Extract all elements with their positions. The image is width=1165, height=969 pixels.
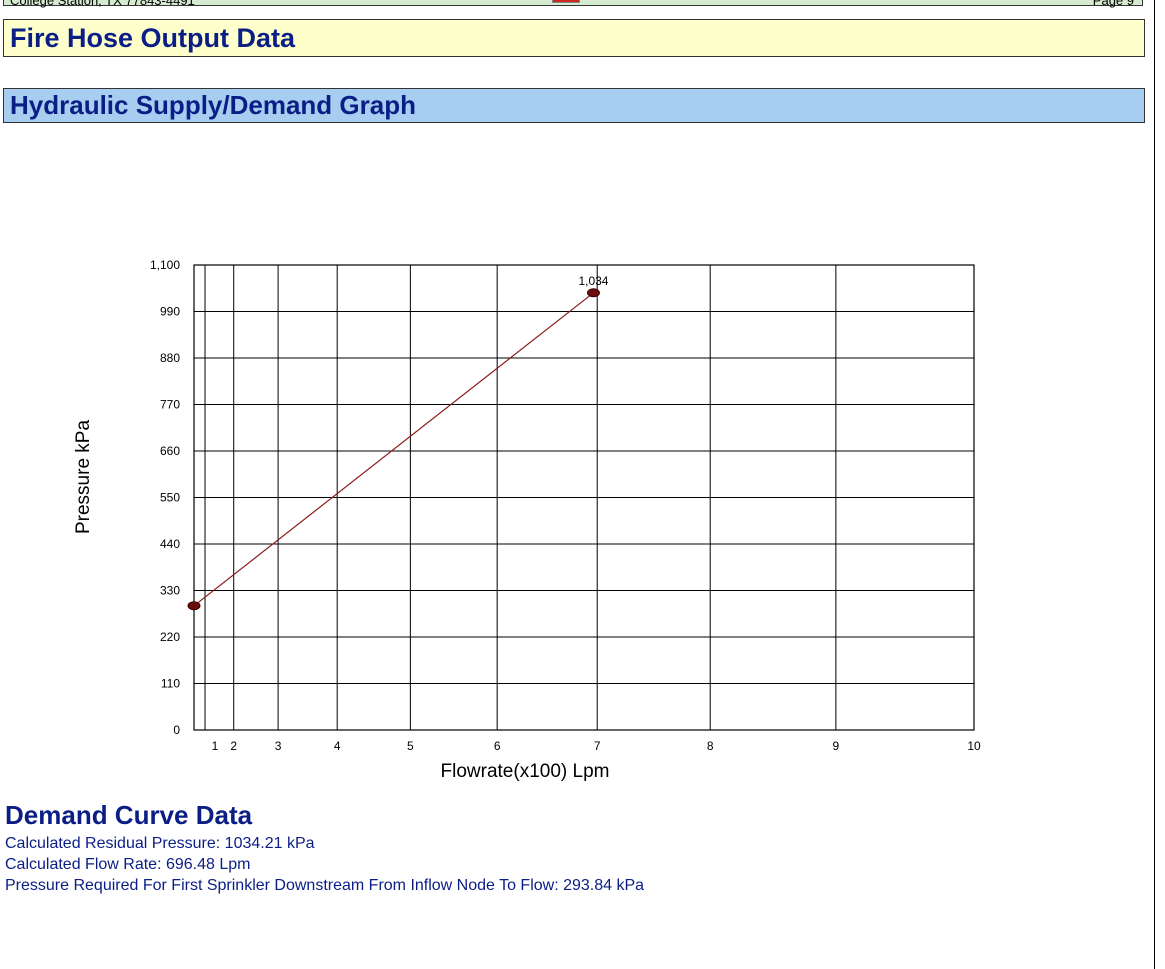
first-sprinkler-pressure-line: Pressure Required For First Sprinkler Do… <box>5 877 645 894</box>
x-tick-label: 3 <box>275 739 282 753</box>
x-tick-label: 5 <box>407 739 414 753</box>
section-title: Fire Hose Output Data <box>3 19 1145 57</box>
data-point <box>187 601 201 611</box>
data-point <box>586 288 600 298</box>
residual-pressure-line: Calculated Residual Pressure: 1034.21 kP… <box>5 835 315 852</box>
page-header-strip: College Station, TX 77843-4491 Page 9 <box>3 0 1143 8</box>
y-tick-label: 0 <box>173 723 180 737</box>
x-tick-labels: 1 2 3 4 5 6 7 8 9 10 <box>212 739 981 753</box>
data-label: 1,034 <box>578 274 608 288</box>
y-tick-label: 660 <box>160 444 180 458</box>
y-tick-labels: 0 110 220 330 440 550 660 770 880 990 1,100 <box>150 258 180 737</box>
x-tick-label: 1 <box>212 739 219 753</box>
header-page-number: Page 9 <box>1092 0 1134 8</box>
y-tick-label: 110 <box>161 677 180 691</box>
y-tick-label: 990 <box>160 305 180 319</box>
chart-annotations: 1,034 <box>578 274 608 288</box>
logo-icon <box>552 0 580 3</box>
graph-title: Hydraulic Supply/Demand Graph <box>3 88 1145 123</box>
y-tick-label: 550 <box>160 491 180 505</box>
x-tick-label: 8 <box>707 739 714 753</box>
header-address: College Station, TX 77843-4491 <box>10 0 195 8</box>
x-tick-label: 10 <box>967 739 981 753</box>
y-tick-label: 330 <box>160 584 180 598</box>
supply-demand-chart: 0 110 220 330 440 550 660 770 880 990 1,100 12 3 4 5 6… <box>73 258 981 782</box>
x-tick-label: 9 <box>833 739 840 753</box>
y-axis-label: Pressure kPa <box>73 420 94 534</box>
y-tick-label: 440 <box>160 537 180 551</box>
x-tick-label: 6 <box>494 739 501 753</box>
x-axis-label: Flowrate(x100) Lpm <box>441 761 610 782</box>
x-tick-label: 2 <box>230 739 237 753</box>
y-tick-label: 770 <box>160 398 180 412</box>
x-tick-label: 7 <box>594 739 601 753</box>
chart-grid <box>193 264 975 731</box>
flow-rate-line: Calculated Flow Rate: 696.48 Lpm <box>5 856 251 873</box>
demand-curve-title: Demand Curve Data <box>5 800 253 830</box>
y-tick-label: 880 <box>160 351 180 365</box>
x-tick-label: 4 <box>334 739 341 753</box>
y-tick-label: 220 <box>160 630 180 644</box>
y-tick-label: 1,100 <box>150 258 180 272</box>
